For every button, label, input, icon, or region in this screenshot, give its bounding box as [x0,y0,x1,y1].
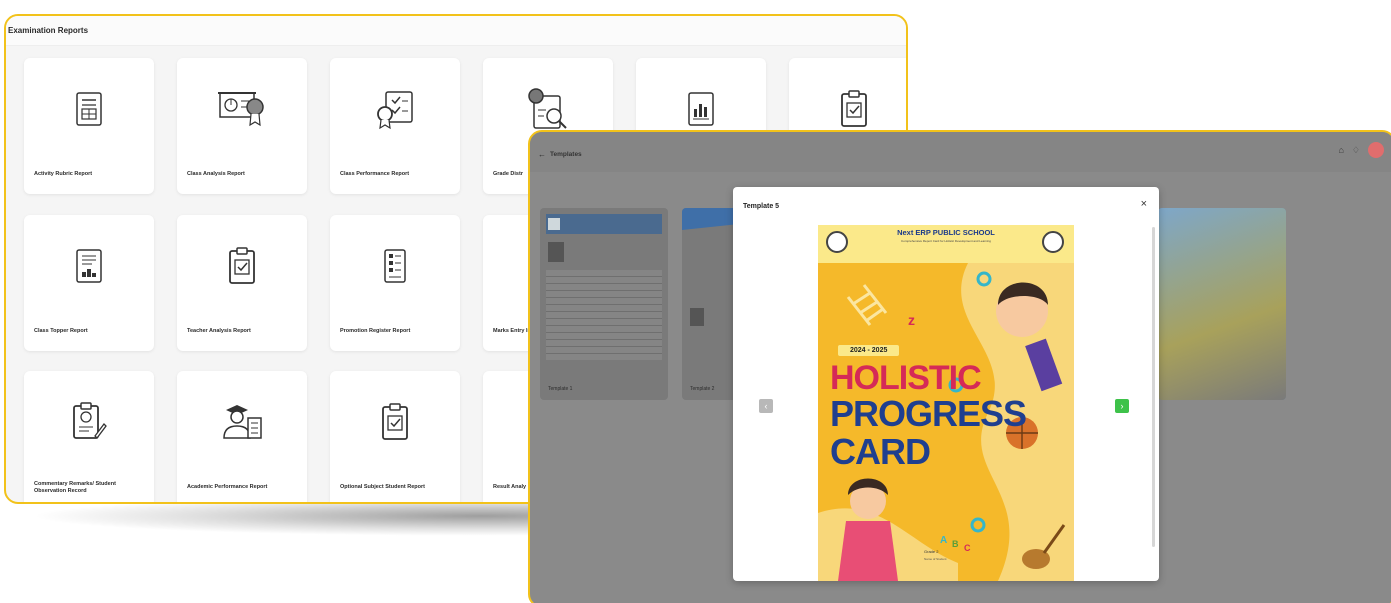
templates-header: ← Templates ⌂ ♢ [530,132,1391,172]
template-preview-modal: Template 5 × ‹ › Next ERP PUBLIC SCHOOL … [733,187,1159,581]
template-poster-preview: Next ERP PUBLIC SCHOOL Comprehensive Rep… [818,225,1074,581]
poster-title-card: CARD [830,431,931,472]
clipboard-check-icon [330,371,460,473]
ranking-doc-icon [24,215,154,317]
thumbnail-header-band [546,214,662,234]
report-card-activity-rubric[interactable]: Activity Rubric Report [24,58,154,194]
list-doc-icon [330,215,460,317]
svg-text:A: A [940,535,947,546]
svg-text:C: C [964,543,971,553]
report-card-label: Commentary Remarks/ Student Observation … [34,480,116,494]
session-badge: 2024 - 2025 [838,345,900,356]
scrollbar[interactable] [1152,227,1155,547]
screenshot-stage: Examination Reports Activity Rubric Repo… [0,0,1391,603]
thumbnail-photo [548,242,564,262]
page-title: Templates [550,151,582,158]
template-thumbnail-6[interactable] [1158,208,1286,400]
presentation-award-icon [177,58,307,160]
close-icon[interactable]: × [1141,199,1147,210]
svg-text:z: z [908,312,915,328]
thumbnail-photo [690,308,704,326]
report-card-class-performance[interactable]: Class Performance Report [330,58,460,194]
svg-text:B: B [952,539,959,549]
report-card-promotion-register[interactable]: Promotion Register Report [330,215,460,351]
thumbnail-artwork [1158,208,1286,400]
page-title: Examination Reports [8,26,89,35]
report-card-label: Optional Subject Student Report [340,484,425,491]
bell-icon[interactable]: ♢ [1352,145,1360,156]
report-card-academic-performance[interactable]: Academic Performance Report [177,371,307,502]
thumbnail-logo [548,218,560,230]
report-card-class-analysis[interactable]: Class Analysis Report [177,58,307,194]
clipboard-check-icon [177,215,307,317]
checklist-award-icon [330,58,460,160]
report-sheet-icon [24,58,154,160]
poster-title-progress: PROGRESS [830,393,1027,434]
graduate-doc-icon [177,371,307,473]
window-header: Examination Reports [6,16,906,46]
report-card-label: Class Topper Report [34,328,88,335]
previous-button[interactable]: ‹ [759,399,773,413]
thumbnail-table [546,270,662,360]
avatar[interactable] [1368,142,1384,158]
report-card-class-topper[interactable]: Class Topper Report [24,215,154,351]
report-card-label: Class Analysis Report [187,171,245,178]
template-thumbnail-1[interactable]: Template 1 [540,208,668,400]
report-card-label: Teacher Analysis Report [187,328,251,335]
template-label: Template 1 [548,386,573,392]
store-icon[interactable]: ⌂ [1338,145,1343,155]
school-name: Next ERP PUBLIC SCHOOL [897,228,995,237]
header-icon-group: ⌂ ♢ [1338,142,1384,158]
modal-title: Template 5 [743,203,780,210]
report-card-optional-subject[interactable]: Optional Subject Student Report [330,371,460,502]
report-card-label: Promotion Register Report [340,328,411,335]
report-card-label: Class Performance Report [340,171,410,178]
report-card-label: Activity Rubric Report [34,171,93,178]
poster-grade: Grade 2 [924,549,939,554]
template-label: Template 2 [690,386,715,392]
back-arrow-icon[interactable]: ← [538,150,546,159]
report-card-teacher-analysis[interactable]: Teacher Analysis Report [177,215,307,351]
next-button[interactable]: › [1115,399,1129,413]
poster-student-name: Name of Student [924,557,947,561]
report-card-commentary-remarks[interactable]: Commentary Remarks/ Student Observation … [24,371,154,502]
report-card-label: Academic Performance Report [187,484,268,491]
clipboard-pen-icon [24,371,154,473]
school-subtitle: Comprehensive Report Card for Holistic D… [901,239,991,243]
